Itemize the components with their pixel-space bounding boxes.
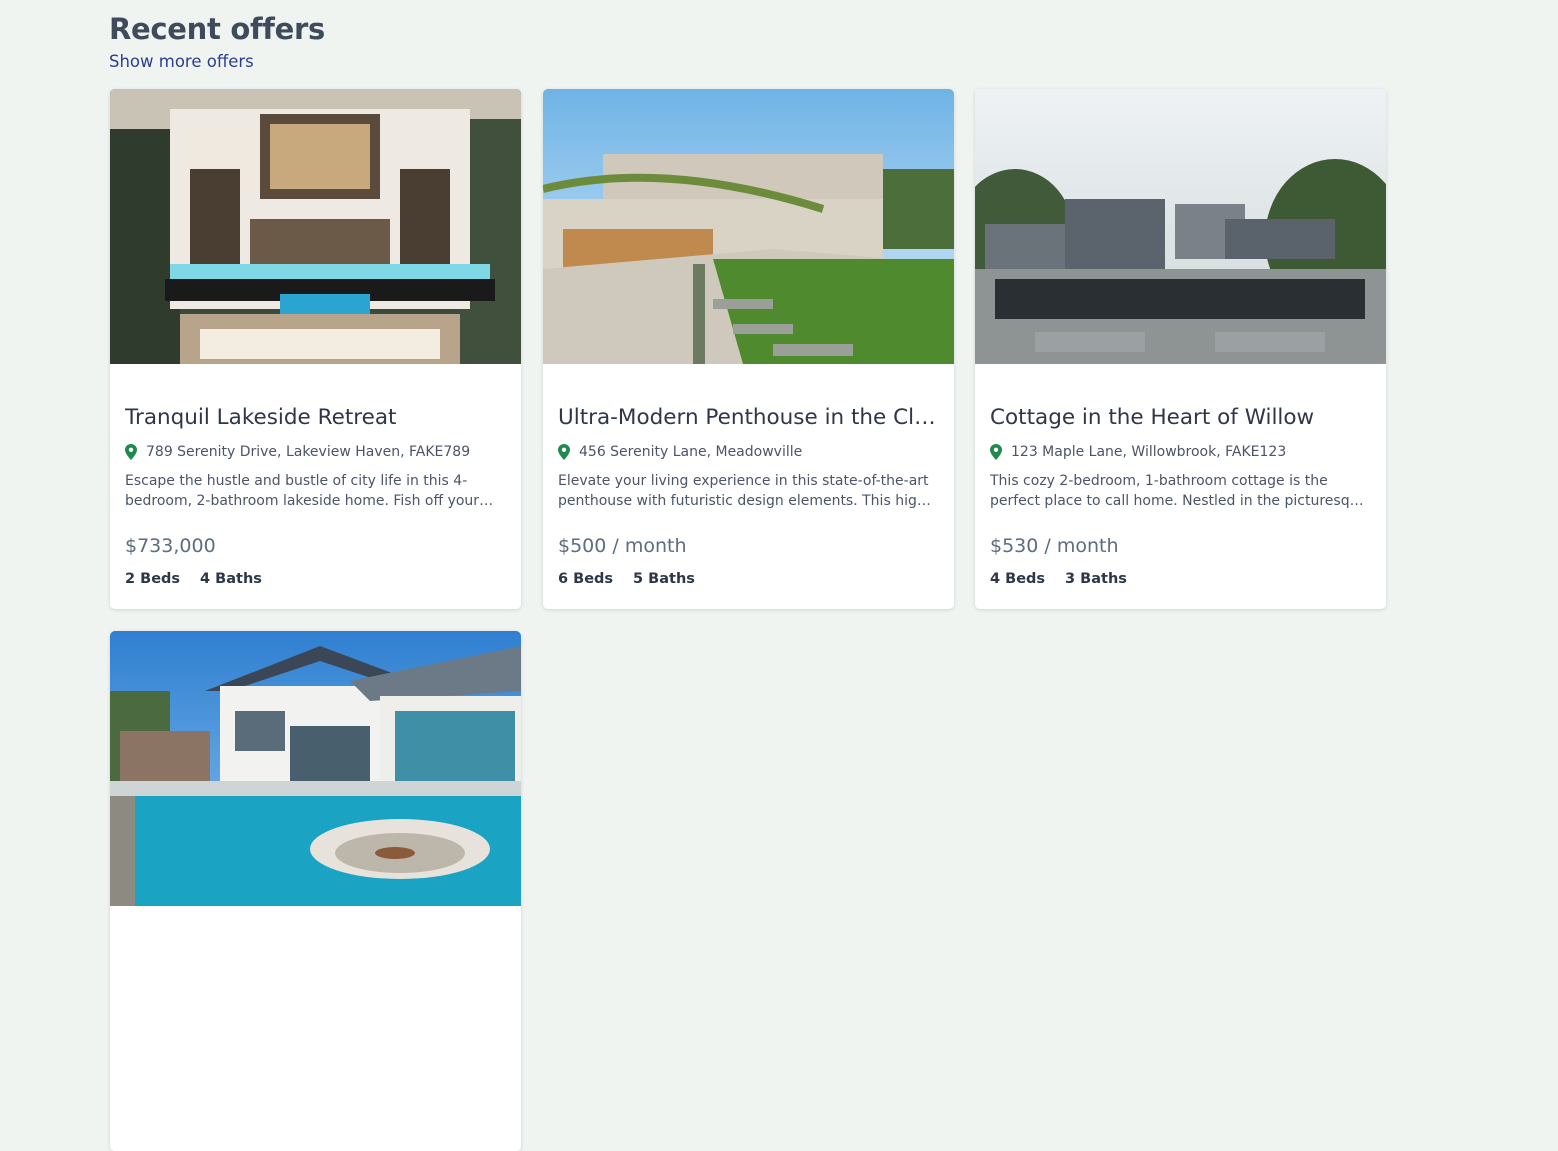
listing-card[interactable] xyxy=(110,631,521,1151)
listing-price: $500 / month xyxy=(558,535,687,557)
location-pin-icon xyxy=(558,444,570,460)
listing-photo[interactable] xyxy=(975,89,1386,364)
listing-beds: 4 Beds xyxy=(990,571,1046,587)
listing-card[interactable]: Ultra-Modern Penthouse in the Clouds 456… xyxy=(543,89,954,609)
listing-address-text: 123 Maple Lane, Willowbrook, FAKE123 xyxy=(1011,444,1287,460)
listing-title[interactable]: Ultra-Modern Penthouse in the Clouds xyxy=(558,404,939,432)
listing-specs: 4 Beds 3 Baths xyxy=(990,571,1371,587)
listing-beds: 6 Beds xyxy=(558,571,614,587)
location-pin-icon xyxy=(990,444,1002,460)
listing-address: 789 Serenity Drive, Lakeview Haven, FAKE… xyxy=(125,442,506,462)
listing-baths: 3 Baths xyxy=(1065,571,1127,587)
listing-title[interactable]: Tranquil Lakeside Retreat xyxy=(125,404,506,432)
listing-beds: 2 Beds xyxy=(125,571,181,587)
show-more-offers-link[interactable]: Show more offers xyxy=(109,52,254,71)
listing-photo[interactable] xyxy=(543,89,954,364)
listing-description: This cozy 2-bedroom, 1-bathroom cottage … xyxy=(990,473,1368,509)
listing-address-text: 456 Serenity Lane, Meadowville xyxy=(579,444,803,460)
listing-card[interactable]: Tranquil Lakeside Retreat 789 Serenity D… xyxy=(110,89,521,609)
listing-address: 456 Serenity Lane, Meadowville xyxy=(558,442,939,462)
listing-card[interactable]: Cottage in the Heart of Willow 123 Maple… xyxy=(975,89,1386,609)
listing-address: 123 Maple Lane, Willowbrook, FAKE123 xyxy=(990,442,1371,462)
location-pin-icon xyxy=(125,444,137,460)
listing-specs: 2 Beds 4 Baths xyxy=(125,571,506,587)
listing-baths: 5 Baths xyxy=(633,571,695,587)
listing-address-text: 789 Serenity Drive, Lakeview Haven, FAKE… xyxy=(146,444,471,460)
listing-specs: 6 Beds 5 Baths xyxy=(558,571,939,587)
listing-photo[interactable] xyxy=(110,631,521,906)
listing-photo[interactable] xyxy=(110,89,521,364)
section-title: Recent offers xyxy=(109,12,325,46)
listing-title[interactable]: Cottage in the Heart of Willow xyxy=(990,404,1371,432)
listing-description: Escape the hustle and bustle of city lif… xyxy=(125,473,480,509)
listing-price: $733,000 xyxy=(125,535,216,557)
listing-price: $530 / month xyxy=(990,535,1119,557)
listing-description: Elevate your living experience in this s… xyxy=(558,473,931,509)
listing-baths: 4 Baths xyxy=(200,571,262,587)
